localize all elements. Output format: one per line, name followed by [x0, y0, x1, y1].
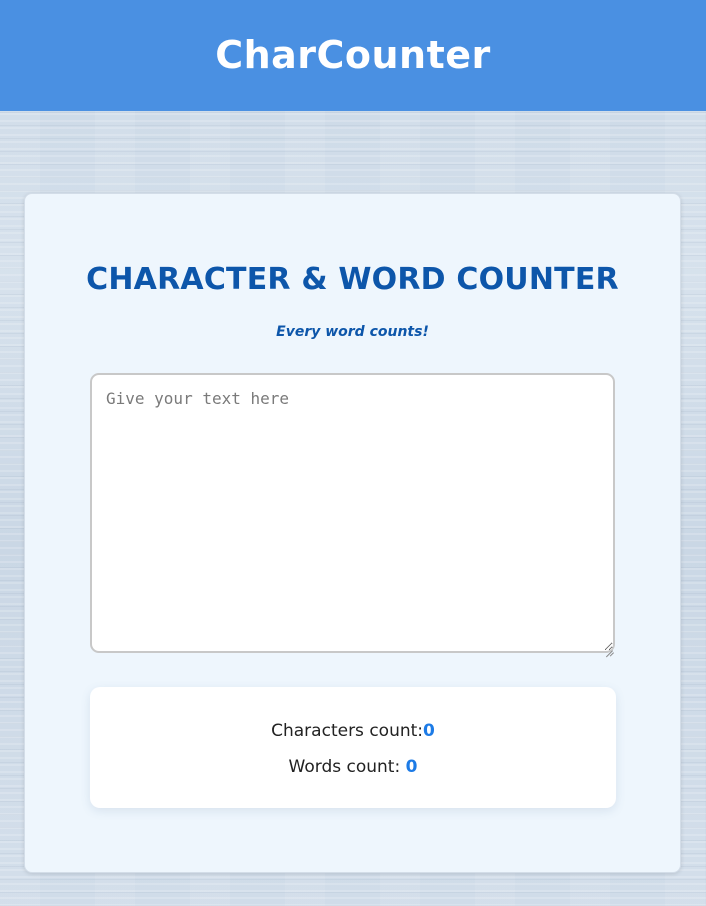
tagline: Every word counts!: [276, 324, 429, 340]
counter-card: CHARACTER & WORD COUNTER Every word coun…: [24, 193, 681, 873]
app-header: CharCounter: [0, 0, 706, 111]
characters-count-value: 0: [423, 721, 435, 741]
text-input[interactable]: [90, 373, 615, 653]
characters-count-row: Characters count:0: [90, 721, 616, 741]
app-title: CharCounter: [215, 32, 491, 77]
words-count-value: 0: [405, 757, 418, 777]
page-heading: CHARACTER & WORD COUNTER: [86, 262, 619, 297]
stats-panel: Characters count:0 Words count: 0: [90, 687, 616, 808]
words-count-row: Words count: 0: [90, 757, 616, 777]
words-count-label: Words count:: [288, 757, 406, 777]
characters-count-label: Characters count:: [271, 721, 424, 741]
